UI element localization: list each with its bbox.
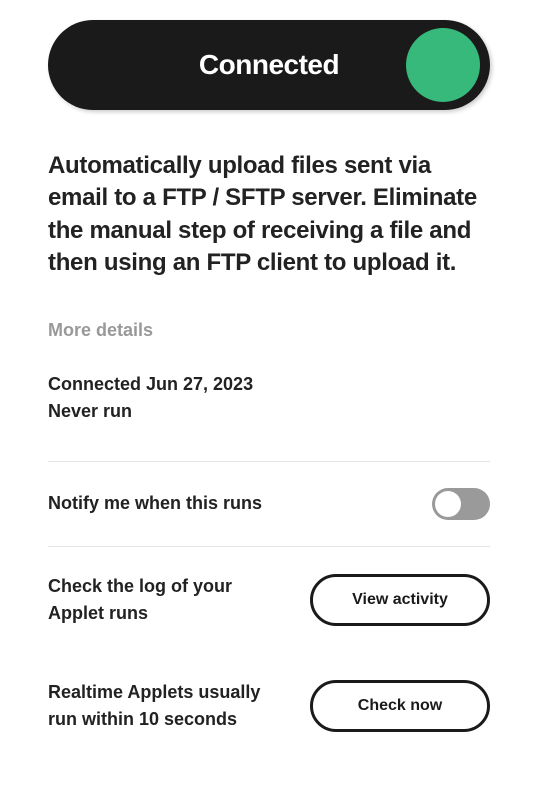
connection-status-label: Connected bbox=[199, 49, 339, 81]
status-indicator-icon bbox=[406, 28, 480, 102]
applet-description: Automatically upload files sent via emai… bbox=[48, 150, 490, 280]
connection-toggle[interactable]: Connected bbox=[48, 20, 490, 110]
notify-toggle[interactable] bbox=[432, 488, 490, 520]
activity-row: Check the log of your Applet runs View a… bbox=[48, 547, 490, 653]
last-run: Never run bbox=[48, 398, 490, 425]
check-row: Realtime Applets usually run within 10 s… bbox=[48, 653, 490, 759]
check-now-button[interactable]: Check now bbox=[310, 680, 490, 732]
view-activity-button[interactable]: View activity bbox=[310, 574, 490, 626]
connection-meta: Connected Jun 27, 2023 Never run bbox=[48, 371, 490, 425]
toggle-knob-icon bbox=[435, 491, 461, 517]
applet-settings-panel: Connected Automatically upload files sen… bbox=[0, 0, 538, 789]
notify-label: Notify me when this runs bbox=[48, 490, 262, 517]
activity-label: Check the log of your Applet runs bbox=[48, 573, 268, 627]
connected-date: Connected Jun 27, 2023 bbox=[48, 371, 490, 398]
more-details-link[interactable]: More details bbox=[48, 320, 490, 341]
notify-row: Notify me when this runs bbox=[48, 462, 490, 546]
check-label: Realtime Applets usually run within 10 s… bbox=[48, 679, 268, 733]
